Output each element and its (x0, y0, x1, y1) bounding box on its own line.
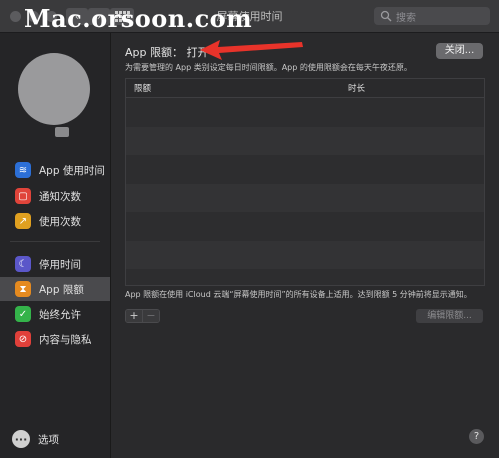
hourglass-icon: ⧗ (15, 281, 31, 297)
footnote-text: App 限额在使用 iCloud 云端“屏幕使用时间”的所有设备上适用。达到限额… (125, 290, 472, 299)
table-header: 限额 时长 (126, 79, 484, 98)
table-row (126, 240, 484, 269)
pickups-icon: ↗ (15, 213, 31, 229)
table-row (126, 155, 484, 184)
sidebar-item-notifications[interactable]: ▢ 通知次数 (0, 184, 110, 208)
sidebar: ≋ App 使用时间 ▢ 通知次数 ↗ 使用次数 ☾ 停用时间 ⧗ App 限额… (0, 33, 111, 458)
table-row (126, 183, 484, 212)
sidebar-item-always-allowed[interactable]: ✓ 始终允许 (0, 302, 110, 326)
remove-limit-button[interactable]: − (142, 310, 159, 322)
edit-limits-button[interactable]: 编辑限额... (416, 309, 483, 323)
notification-icon: ▢ (15, 188, 31, 204)
help-button[interactable]: ? (469, 429, 484, 444)
avatar[interactable] (18, 53, 90, 125)
turn-off-button[interactable]: 关闭... (436, 43, 483, 59)
table-row (126, 98, 484, 127)
checkmark-icon: ✓ (15, 306, 31, 322)
sidebar-divider (10, 241, 100, 242)
user-name-placeholder (55, 127, 69, 137)
column-header-limit[interactable]: 限额 (126, 82, 348, 94)
search-placeholder: 搜索 (396, 12, 416, 24)
search-field[interactable]: 搜索 (374, 7, 490, 25)
table-row (126, 212, 484, 241)
add-remove-control: + − (125, 309, 160, 323)
options-button[interactable]: ··· 选项 (12, 430, 59, 448)
sidebar-item-label: 停用时间 (39, 258, 81, 271)
sidebar-item-label: 始终允许 (39, 308, 81, 321)
sidebar-item-label: 通知次数 (39, 190, 81, 203)
table-row (126, 269, 484, 285)
sidebar-item-label: 使用次数 (39, 215, 81, 228)
description-text: 为需要管理的 App 类别设定每日时间限额。App 的使用限额会在每天午夜还原。 (125, 63, 412, 72)
sidebar-item-label: 内容与隐私 (39, 333, 92, 346)
watermark: Mac.orsoon.com (24, 4, 253, 33)
sidebar-item-label: App 使用时间 (39, 164, 105, 177)
limits-table[interactable]: 限额 时长 (125, 78, 485, 286)
app-limits-panel: App 限额： 打开 关闭... 为需要管理的 App 类别设定每日时间限额。A… (111, 33, 499, 458)
downtime-icon: ☾ (15, 256, 31, 272)
options-label: 选项 (38, 433, 59, 446)
table-row (126, 126, 484, 155)
sidebar-item-label: App 限额 (39, 283, 84, 296)
sidebar-item-app-limits[interactable]: ⧗ App 限额 (0, 277, 110, 301)
app-limits-status: App 限额： 打开 (125, 46, 209, 59)
search-icon (380, 10, 392, 22)
layers-icon: ≋ (15, 162, 31, 178)
more-icon: ··· (12, 430, 30, 448)
sidebar-item-app-usage[interactable]: ≋ App 使用时间 (0, 158, 110, 182)
sidebar-item-downtime[interactable]: ☾ 停用时间 (0, 252, 110, 276)
sidebar-item-pickups[interactable]: ↗ 使用次数 (0, 209, 110, 233)
column-header-duration[interactable]: 时长 (348, 82, 484, 94)
restriction-icon: ⊘ (15, 331, 31, 347)
sidebar-item-content-privacy[interactable]: ⊘ 内容与隐私 (0, 327, 110, 351)
annotation-arrow (200, 40, 303, 60)
add-limit-button[interactable]: + (126, 310, 142, 322)
